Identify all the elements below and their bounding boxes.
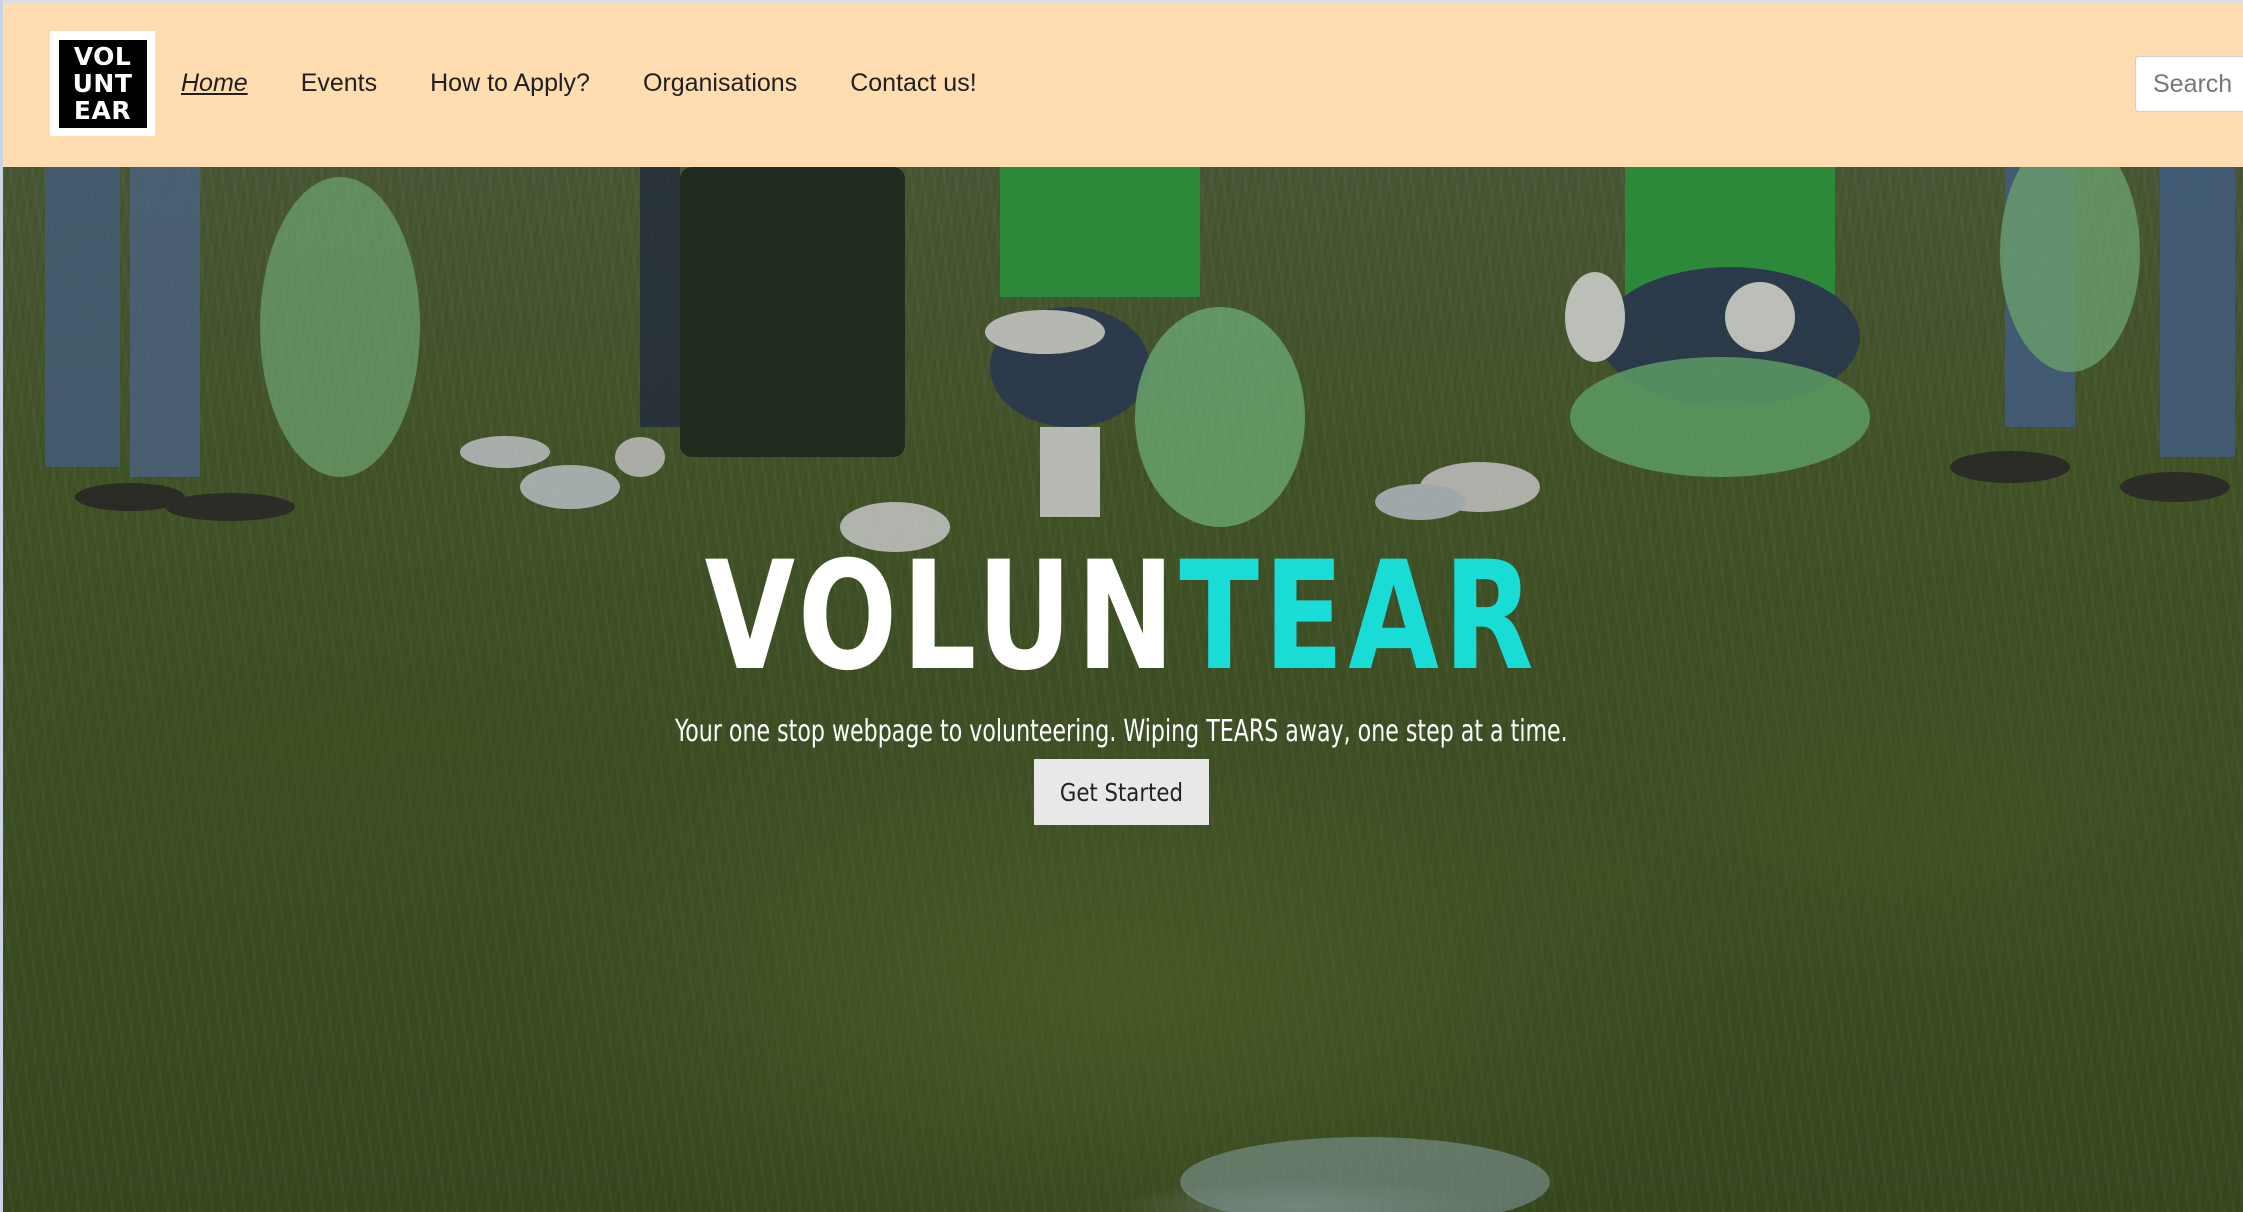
logo-line-3: EAR [73,96,132,125]
hero-content: VOLUN TEAR Your one stop webpage to volun… [0,542,2243,825]
search-input[interactable] [2135,56,2243,112]
window-left-edge [0,0,3,1212]
window-top-edge [0,0,2243,3]
nav-link-organisations[interactable]: Organisations [643,69,797,98]
nav-link-home[interactable]: Home [181,69,248,98]
get-started-label: Get Started [1059,777,1184,807]
logo-line-1: VOL [73,42,132,71]
hero-title: VOLUN TEAR [705,542,1539,692]
logo-line-2: UNT [72,69,133,98]
hero-section: VOLUN TEAR Your one stop webpage to volun… [0,167,2243,1212]
nav-link-events[interactable]: Events [301,69,377,98]
get-started-button[interactable]: Get Started [1034,759,1209,825]
logo-mark: VOL UNT EAR [58,39,147,128]
hero-tagline: Your one stop webpage to volunteering. W… [675,714,1568,749]
hero-title-part-accent: TEAR [1179,530,1539,704]
nav-links: Home Events How to Apply? Organisations … [181,69,1030,98]
brand-logo[interactable]: VOL UNT EAR [50,31,155,136]
nav-link-how-to-apply[interactable]: How to Apply? [430,69,590,98]
navbar: VOL UNT EAR Home Events How to Apply? Or… [0,0,2243,167]
hero-title-part-white: VOLUN [704,530,1180,704]
nav-link-contact-us[interactable]: Contact us! [850,69,976,98]
